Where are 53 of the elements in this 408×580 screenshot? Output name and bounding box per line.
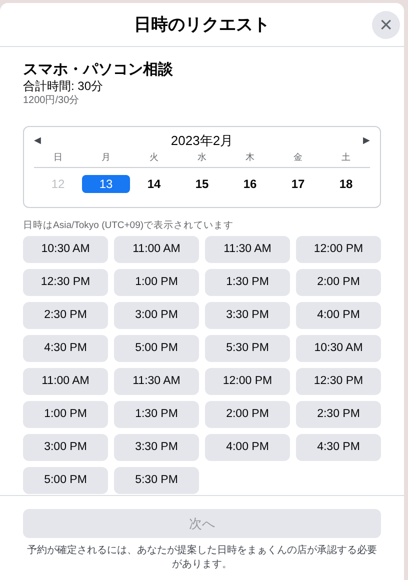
time-slot-button[interactable]: 1:30 PM <box>205 269 290 296</box>
time-slot-button[interactable]: 2:30 PM <box>296 401 381 428</box>
service-duration: 合計時間: 30分 <box>23 79 104 94</box>
weekday-label: 水 <box>198 151 206 164</box>
time-slot-button[interactable]: 11:00 AM <box>23 368 108 395</box>
weekday-label: 月 <box>102 151 110 164</box>
time-slot-button[interactable]: 4:00 PM <box>296 302 381 329</box>
weekday-label: 木 <box>246 151 254 164</box>
time-slot-button[interactable]: 5:30 PM <box>114 467 199 494</box>
close-button[interactable]: × <box>372 11 400 39</box>
service-price: 1200円/30分 <box>23 94 80 108</box>
time-slot-button[interactable]: 12:30 PM <box>296 368 381 395</box>
time-slot-button[interactable]: 12:30 PM <box>23 269 108 296</box>
weekday-label: 日 <box>54 151 62 164</box>
time-slot-button[interactable]: 2:00 PM <box>205 401 290 428</box>
weekday-label: 金 <box>294 151 302 164</box>
time-slot-button[interactable]: 1:00 PM <box>23 401 108 428</box>
weekday-label: 火 <box>150 151 158 164</box>
time-slot-button[interactable]: 11:30 AM <box>205 236 290 263</box>
time-slot-button[interactable]: 2:00 PM <box>296 269 381 296</box>
time-slot-button[interactable]: 3:30 PM <box>114 434 199 461</box>
day-button[interactable]: 14 <box>130 175 178 193</box>
time-slot-button[interactable]: 4:30 PM <box>23 335 108 362</box>
weekday-label: 土 <box>342 151 350 164</box>
day-button[interactable]: 17 <box>274 175 322 193</box>
next-month-button[interactable]: ▶ <box>363 134 370 148</box>
time-slot-button[interactable]: 4:00 PM <box>205 434 290 461</box>
time-slot-button[interactable]: 3:30 PM <box>205 302 290 329</box>
time-slot-button[interactable]: 11:00 AM <box>114 236 199 263</box>
time-slot-button[interactable]: 3:00 PM <box>23 434 108 461</box>
time-slot-button[interactable]: 2:30 PM <box>23 302 108 329</box>
time-slot-button[interactable]: 12:00 PM <box>296 236 381 263</box>
day-button[interactable]: 15 <box>178 175 226 193</box>
time-slot-button[interactable]: 12:00 PM <box>205 368 290 395</box>
time-slot-button[interactable]: 3:00 PM <box>114 302 199 329</box>
approval-note: 予約が確定されるには、あなたが提案した日時をまぁくんの店が承認する必要があります。 <box>26 544 378 572</box>
day-button[interactable]: 13 <box>82 175 130 193</box>
time-slot-button[interactable]: 5:00 PM <box>114 335 199 362</box>
time-slot-button[interactable]: 5:30 PM <box>205 335 290 362</box>
time-slot-button[interactable]: 11:30 AM <box>114 368 199 395</box>
time-slot-button[interactable]: 10:30 AM <box>296 335 381 362</box>
time-slot-button[interactable]: 5:00 PM <box>23 467 108 494</box>
time-slot-button[interactable]: 10:30 AM <box>23 236 108 263</box>
time-slot-button[interactable]: 4:30 PM <box>296 434 381 461</box>
day-button[interactable]: 18 <box>322 175 370 193</box>
dialog-title: 日時のリクエスト <box>134 14 270 36</box>
previous-month-button[interactable]: ◀ <box>34 134 41 148</box>
service-name: スマホ・パソコン相談 <box>23 61 174 79</box>
time-slot-button[interactable]: 1:00 PM <box>114 269 199 296</box>
timezone-note: 日時はAsia/Tokyo (UTC+09)で表示されています <box>23 219 235 232</box>
time-slot-button[interactable]: 1:30 PM <box>114 401 199 428</box>
day-button[interactable]: 16 <box>226 175 274 193</box>
month-label: 2023年2月 <box>170 132 234 150</box>
